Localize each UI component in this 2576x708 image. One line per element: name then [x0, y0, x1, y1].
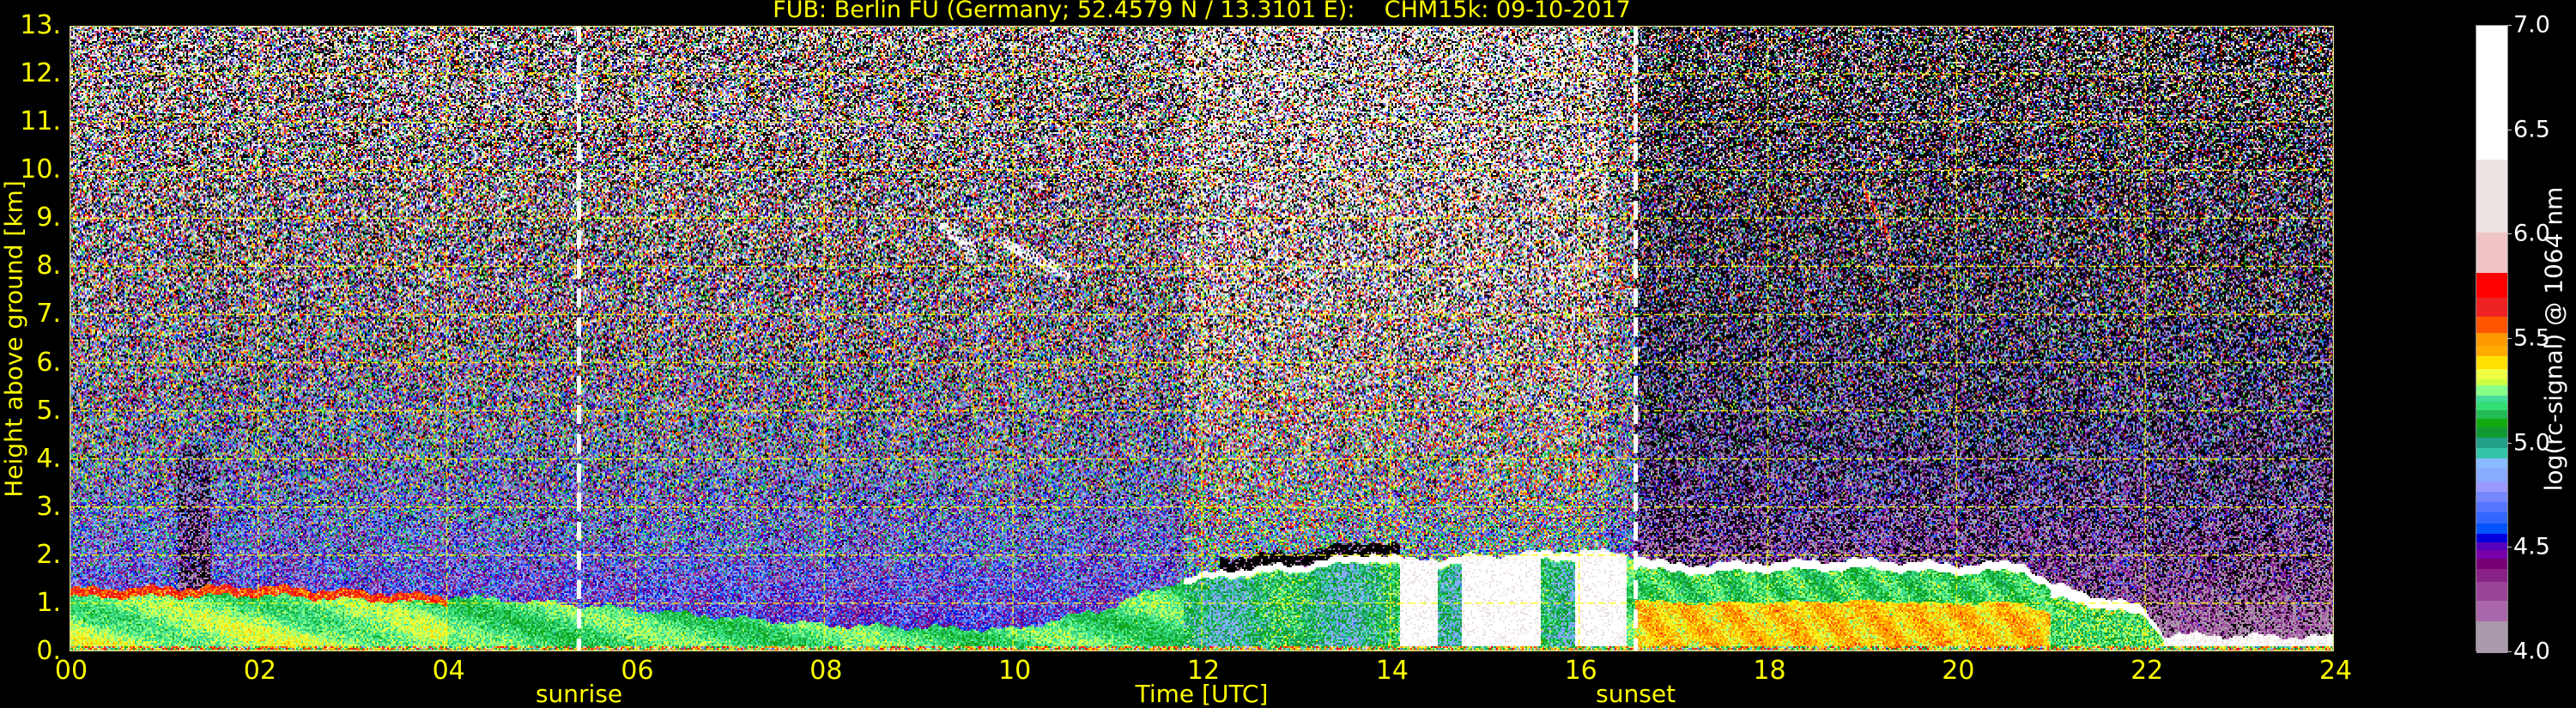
- x-tick-label: 02: [243, 656, 276, 686]
- colorbar-segment: [2476, 620, 2507, 653]
- sunrise-label: sunrise: [535, 680, 623, 708]
- colorbar-segment: [2476, 558, 2507, 570]
- colorbar-segment: [2476, 395, 2507, 402]
- colorbar-segment: [2476, 523, 2507, 534]
- colorbar-segment: [2476, 332, 2507, 346]
- colorbar-segment: [2476, 232, 2507, 273]
- colorbar-segment: [2476, 316, 2507, 334]
- colorbar-segment: [2476, 272, 2507, 298]
- colorbar-segment: [2476, 378, 2507, 386]
- x-tick-label: 00: [54, 656, 88, 686]
- colorbar-segment: [2476, 549, 2507, 559]
- colorbar-segment: [2476, 409, 2507, 419]
- y-tick-label: 10.: [20, 154, 61, 185]
- x-tick-label: 04: [432, 656, 465, 686]
- y-tick-label: 7.: [36, 299, 61, 330]
- x-tick-label: 06: [621, 656, 654, 686]
- colorbar-segment: [2476, 447, 2507, 459]
- y-tick-label: 4.: [36, 443, 61, 474]
- x-tick-label: 18: [1753, 656, 1786, 686]
- x-tick-label: 08: [809, 656, 843, 686]
- colorbar-tick-label: 4.5: [2513, 533, 2550, 560]
- colorbar-segment: [2476, 297, 2507, 317]
- colorbar-segment: [2476, 511, 2507, 523]
- colorbar-segment: [2476, 501, 2507, 513]
- colorbar-segment: [2476, 384, 2507, 396]
- x-tick-label: 24: [2318, 656, 2353, 686]
- y-tick-label: 1.: [36, 587, 61, 618]
- x-tick-label: 16: [1564, 656, 1597, 686]
- x-axis-label: Time [UTC]: [1135, 680, 1269, 708]
- colorbar-segment: [2476, 568, 2507, 582]
- colorbar-tick-label: 4.0: [2513, 638, 2550, 665]
- colorbar-segment: [2476, 533, 2507, 542]
- x-tick-label: 14: [1375, 656, 1409, 686]
- y-tick-label: 11.: [20, 106, 61, 137]
- y-tick-label: 6.: [36, 347, 61, 378]
- x-tick-label: 10: [998, 656, 1032, 686]
- colorbar-segment: [2476, 600, 2507, 621]
- colorbar-segment: [2476, 402, 2507, 411]
- colorbar-segment: [2476, 468, 2507, 481]
- y-tick-label: 8.: [36, 251, 61, 281]
- x-tick-label: 22: [2131, 656, 2164, 686]
- colorbar-segment: [2476, 26, 2507, 160]
- colorbar-segment: [2476, 457, 2507, 469]
- colorbar-segment: [2476, 159, 2507, 233]
- colorbar-segment: [2476, 418, 2507, 427]
- colorbar-tick-mark: [2507, 442, 2512, 444]
- plot-area: [70, 26, 2334, 651]
- colorbar-tick-mark: [2507, 25, 2512, 26]
- plot-overlay: [70, 26, 2334, 651]
- colorbar: [2476, 25, 2508, 653]
- y-tick-label: 9.: [36, 203, 61, 233]
- y-axis-label: Height above ground [km]: [0, 180, 28, 498]
- y-tick-label: 12.: [20, 58, 61, 89]
- y-tick-label: 5.: [36, 395, 61, 426]
- colorbar-tick-label: 7.0: [2513, 11, 2550, 39]
- colorbar-segment: [2476, 581, 2507, 601]
- colorbar-tick-mark: [2507, 233, 2512, 235]
- colorbar-segment: [2476, 437, 2507, 449]
- colorbar-segment: [2476, 345, 2507, 356]
- colorbar-segment: [2476, 355, 2507, 369]
- y-tick-label: 13.: [20, 10, 61, 40]
- colorbar-segment: [2476, 427, 2507, 438]
- colorbar-segment: [2476, 368, 2507, 379]
- colorbar-label: log(rc-signal) @ 1064 nm: [2539, 186, 2568, 492]
- colorbar-tick-mark: [2507, 338, 2512, 339]
- x-tick-label: 20: [1942, 656, 1975, 686]
- colorbar-segment: [2476, 491, 2507, 503]
- colorbar-segment: [2476, 542, 2507, 551]
- y-tick-label: 3.: [36, 491, 61, 522]
- colorbar-tick-mark: [2507, 547, 2512, 548]
- chart-title: FUB: Berlin FU (Germany; 52.4579 N / 13.…: [773, 0, 1631, 23]
- colorbar-tick-label: 6.5: [2513, 116, 2550, 143]
- colorbar-segment: [2476, 481, 2507, 493]
- y-tick-label: 2.: [36, 539, 61, 570]
- sunset-label: sunset: [1596, 680, 1676, 708]
- colorbar-tick-mark: [2507, 651, 2512, 652]
